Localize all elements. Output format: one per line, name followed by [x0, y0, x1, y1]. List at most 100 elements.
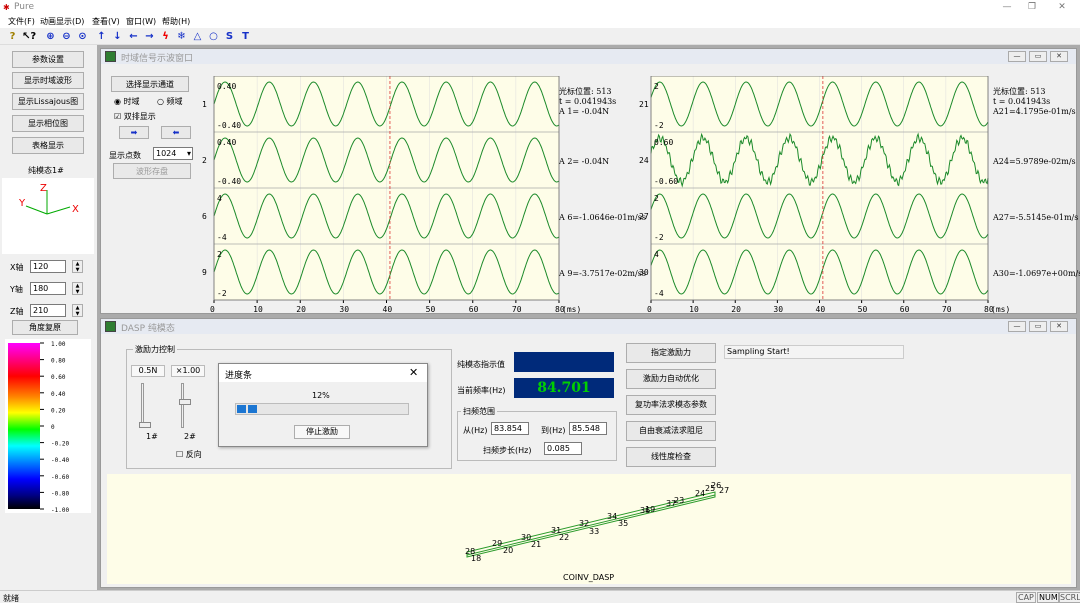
model-node-label: 18 — [471, 554, 481, 563]
show-phase-button[interactable]: 显示相位图 — [12, 115, 84, 132]
slider2-track[interactable] — [181, 383, 184, 428]
x-tick-label: 10 — [689, 305, 699, 314]
dasp-restore-button[interactable]: ▭ — [1029, 321, 1047, 332]
time-window-title: 时域信号示波窗口 — [121, 54, 194, 64]
stop-excitation-button[interactable]: 停止激励 — [294, 425, 350, 439]
x-tick-label: 0 — [647, 305, 652, 314]
radio-time-domain[interactable]: ◉ 时域 — [114, 96, 140, 107]
sweep-step-input[interactable]: 0.085 — [544, 442, 582, 455]
progress-segment — [248, 405, 257, 413]
model-node-label: 33 — [589, 527, 599, 536]
prev-page-arrow-icon[interactable]: ⬅ — [161, 126, 191, 139]
arrow-right-icon[interactable]: → — [143, 30, 156, 43]
model-node-label: 30 — [521, 533, 531, 542]
x-angle-input[interactable]: 120 — [30, 260, 66, 273]
angle-reset-button[interactable]: 角度复原 — [12, 320, 78, 335]
axis-bottom-label: -0.60 — [654, 177, 678, 186]
axis-top-label: 0.40 — [217, 138, 236, 147]
table-display-button[interactable]: 表格显示 — [12, 137, 84, 154]
model-node-label: 21 — [531, 540, 541, 549]
slider1-value: 0.5N — [131, 365, 165, 377]
minimize-button[interactable]: — — [1000, 1, 1014, 13]
save-waveform-button[interactable]: 波形存盘 — [113, 163, 191, 179]
dasp-close-button[interactable]: ✕ — [1050, 321, 1068, 332]
sweep-from-input[interactable]: 83.854 — [491, 422, 529, 435]
cursor-time-label: t = 0.041943s — [559, 97, 616, 106]
y-angle-input[interactable]: 180 — [30, 282, 66, 295]
maximize-button[interactable]: ❐ — [1025, 1, 1039, 13]
menu-help[interactable]: 帮助(H) — [162, 16, 190, 27]
x-tick-label: 20 — [296, 305, 306, 314]
s-icon[interactable]: S — [223, 30, 236, 43]
complex-power-button[interactable]: 复功率法求模态参数 — [626, 395, 716, 415]
x-tick-label: 70 — [942, 305, 952, 314]
dasp-window: DASP 纯模态 — ▭ ✕ 激励力控制 0.5N ×1.00 1# 2# ☐ … — [100, 318, 1077, 588]
menu-window[interactable]: 窗口(W) — [126, 16, 156, 27]
y-axis-label: Y — [18, 198, 26, 209]
snowflake-icon[interactable]: ❄ — [175, 30, 188, 43]
model-node-label: 32 — [579, 519, 589, 528]
t-icon[interactable]: T — [239, 30, 252, 43]
structure-model-view: 2818292030213122323334353637192324252627… — [107, 474, 1071, 584]
dasp-minimize-button[interactable]: — — [1008, 321, 1026, 332]
close-button[interactable]: ✕ — [1055, 1, 1069, 13]
progress-dialog-title: 进度条 — [225, 371, 253, 381]
x-tick-label: 10 — [253, 305, 263, 314]
linearity-check-button[interactable]: 线性度检查 — [626, 447, 716, 467]
x-angle-stepper[interactable]: ▲ ▼ — [72, 260, 83, 273]
next-page-arrow-icon[interactable]: ➡ — [119, 126, 149, 139]
model-caption: COINV_DASP — [563, 573, 614, 582]
select-channel-button[interactable]: 选择显示通道 — [111, 76, 189, 92]
menu-view[interactable]: 查看(V) — [92, 16, 120, 27]
sweep-step-label: 扫频步长(Hz) — [483, 446, 532, 455]
z-angle-input[interactable]: 210 — [30, 304, 66, 317]
param-settings-button[interactable]: 参数设置 — [12, 51, 84, 68]
zoom-fit-icon[interactable]: ⊙ — [76, 30, 89, 43]
lightning-icon[interactable]: ϟ — [159, 30, 172, 43]
menu-file[interactable]: 文件(F) — [8, 16, 35, 27]
axis-top-label: 0.40 — [217, 82, 236, 91]
progress-close-icon[interactable]: ✕ — [409, 366, 418, 379]
zoom-out-icon[interactable]: ⊖ — [60, 30, 73, 43]
sweep-from-label: 从(Hz) — [463, 426, 488, 435]
radio-freq-domain[interactable]: ○ 频域 — [157, 96, 183, 107]
show-waveform-button[interactable]: 显示时域波形 — [12, 72, 84, 89]
y-axis-field-label: Y轴 — [10, 285, 23, 294]
help-icon[interactable]: ? — [6, 30, 19, 43]
sweep-to-input[interactable]: 85.548 — [569, 422, 607, 435]
reverse-checkbox[interactable]: ☐ 反向 — [176, 449, 202, 460]
points-select[interactable]: 1024 ▾ — [153, 147, 193, 160]
show-lissajous-button[interactable]: 显示Lissajous图 — [12, 93, 84, 110]
channel-id: 1 — [202, 100, 207, 109]
child-restore-button[interactable]: ▭ — [1029, 51, 1047, 62]
circle-icon[interactable]: ○ — [207, 30, 220, 43]
x-unit-label: (ms) — [562, 305, 581, 314]
z-angle-stepper[interactable]: ▲ ▼ — [72, 304, 83, 317]
channel-id: 30 — [639, 268, 649, 277]
set-force-button[interactable]: 指定激励力 — [626, 343, 716, 363]
slider1-thumb[interactable] — [139, 422, 151, 428]
child-close-button[interactable]: ✕ — [1050, 51, 1068, 62]
x-tick-label: 0 — [210, 305, 215, 314]
radio-time-label: 时域 — [123, 97, 140, 106]
zoom-in-icon[interactable]: ⊕ — [44, 30, 57, 43]
y-angle-stepper[interactable]: ▲ ▼ — [72, 282, 83, 295]
freq-display: 84.701 — [514, 378, 614, 398]
auto-optimize-button[interactable]: 激励力自动优化 — [626, 369, 716, 389]
axis-bottom-label: -4 — [654, 289, 664, 298]
slider2-thumb[interactable] — [179, 399, 191, 405]
axes-view: Z Y X — [2, 178, 94, 254]
arrow-up-icon[interactable]: ↑ — [95, 30, 108, 43]
menu-animation[interactable]: 动画显示(D) — [40, 16, 84, 27]
triangle-icon[interactable]: △ — [191, 30, 204, 43]
channel-readout: A30=-1.0697e+00m/s — [992, 269, 1080, 278]
free-decay-button[interactable]: 自由衰减法求阻尼 — [626, 421, 716, 441]
points-value: 1024 — [156, 149, 177, 158]
dual-display-checkbox[interactable]: ☑ 双排显示 — [114, 111, 156, 122]
context-help-icon[interactable]: ↖? — [22, 30, 36, 43]
arrow-down-icon[interactable]: ↓ — [111, 30, 124, 43]
slider2-value: ×1.00 — [171, 365, 205, 377]
app-icon: ✱ — [3, 3, 10, 12]
arrow-left-icon[interactable]: ← — [127, 30, 140, 43]
child-minimize-button[interactable]: — — [1008, 51, 1026, 62]
